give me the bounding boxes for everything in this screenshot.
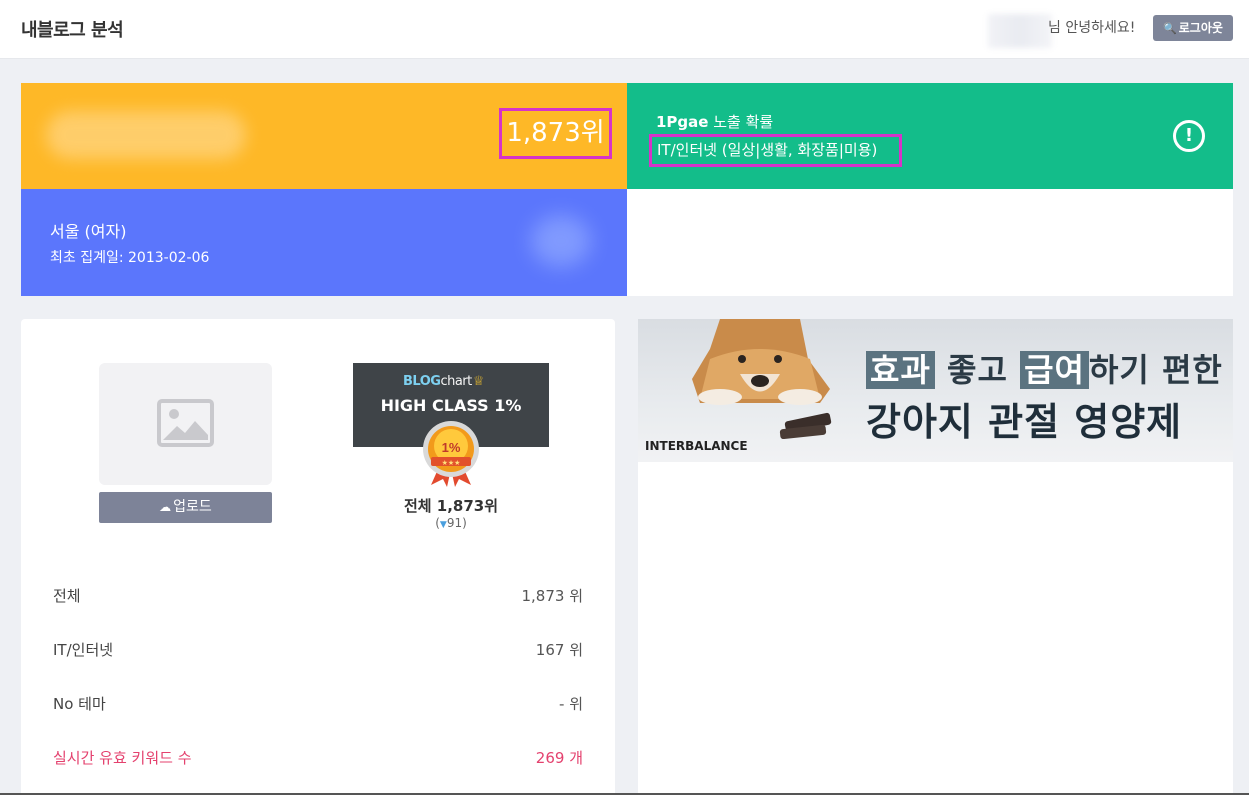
blurred-blog-name bbox=[46, 111, 246, 159]
total-rank-label: 전체 1,873위 bbox=[403, 497, 499, 515]
ad-word-good: 좋고 bbox=[934, 351, 1021, 389]
exposure-title: 1Pgae 노출 확률 bbox=[656, 111, 773, 132]
ad-word-feed: 급여 bbox=[1020, 351, 1089, 389]
rank-card: 1,873위 bbox=[21, 83, 627, 189]
stat-label: No 테마 bbox=[53, 695, 106, 713]
ad-panel: 효과 좋고 급여 하기 편한 강아지 관절 영양제 INTERBALANCE bbox=[638, 319, 1233, 795]
profile-panel: ☁ 업로드 BLOGchart♕ HIGH CLASS 1% 1% ★★★ 전체 … bbox=[21, 319, 615, 795]
stat-value: 1,873 위 bbox=[521, 587, 583, 605]
region-gender: 서울 (여자) bbox=[50, 222, 127, 241]
svg-text:★★★: ★★★ bbox=[442, 459, 461, 467]
stat-row-category: IT/인터넷 167 위 bbox=[53, 639, 583, 663]
logout-button[interactable]: 🔍 로그아웃 bbox=[1153, 15, 1233, 41]
overall-rank: 1,873위 bbox=[499, 108, 612, 159]
medal-icon: 1% ★★★ bbox=[423, 421, 479, 487]
stat-label: 전체 bbox=[53, 587, 81, 605]
image-placeholder-icon bbox=[157, 399, 214, 447]
ad-banner[interactable]: 효과 좋고 급여 하기 편한 강아지 관절 영양제 INTERBALANCE bbox=[638, 319, 1233, 462]
stat-row-theme: No 테마 - 위 bbox=[53, 693, 583, 717]
stat-row-keywords: 실시간 유효 키워드 수 269 개 bbox=[53, 747, 583, 771]
ad-word-effect: 효과 bbox=[866, 351, 935, 389]
greeting-text: 님 안녕하세요! bbox=[1048, 20, 1136, 36]
stat-label: IT/인터넷 bbox=[53, 641, 114, 659]
region-card: 서울 (여자) 최초 집계일: 2013-02-06 bbox=[21, 189, 627, 296]
stat-label: 실시간 유효 키워드 수 bbox=[53, 749, 192, 767]
first-collection-date: 최초 집계일: 2013-02-06 bbox=[50, 250, 210, 266]
ad-word-easy: 하기 편한 bbox=[1088, 351, 1223, 389]
empty-card bbox=[627, 189, 1233, 296]
exclamation-info-icon[interactable]: ! bbox=[1173, 120, 1205, 152]
top-header: 내블로그 분석 님 안녕하세요! 🔍 로그아웃 bbox=[0, 0, 1249, 59]
stat-row-total: 전체 1,873 위 bbox=[53, 585, 583, 609]
logout-label: 로그아웃 bbox=[1178, 21, 1223, 35]
page-title: 내블로그 분석 bbox=[21, 20, 124, 41]
crown-icon: ♕ bbox=[472, 374, 485, 389]
ad-headline-2: 강아지 관절 영양제 bbox=[866, 400, 1183, 444]
down-arrow-icon: ▼ bbox=[439, 520, 447, 530]
rank-change-value: 91 bbox=[446, 516, 463, 530]
blurred-avatar bbox=[531, 215, 591, 267]
exposure-title-bold: 1Pgae bbox=[656, 113, 709, 131]
upload-label: 업로드 bbox=[173, 499, 212, 515]
stat-value: 269 개 bbox=[535, 749, 583, 767]
ad-brand: INTERBALANCE bbox=[645, 439, 748, 453]
logo-blog: BLOG bbox=[403, 374, 441, 389]
upload-button[interactable]: ☁ 업로드 bbox=[99, 492, 272, 523]
medal-text: 1% bbox=[442, 440, 461, 455]
blog-category: IT/인터넷 (일상|생활, 화장품|미용) bbox=[649, 134, 902, 167]
profile-photo-placeholder bbox=[99, 363, 272, 485]
stat-value: 167 위 bbox=[535, 641, 583, 659]
blurred-username bbox=[988, 14, 1052, 48]
exposure-title-rest: 노출 확률 bbox=[708, 113, 774, 131]
key-icon: 🔍 bbox=[1163, 22, 1177, 35]
stat-value: - 위 bbox=[559, 695, 583, 713]
exposure-card: 1Pgae 노출 확률 IT/인터넷 (일상|생활, 화장품|미용) ! bbox=[627, 83, 1233, 189]
ad-headline-1: 효과 좋고 급여 하기 편한 bbox=[866, 345, 1223, 391]
dog-image bbox=[692, 319, 832, 439]
cloud-upload-icon: ☁ bbox=[159, 500, 172, 514]
blogchart-logo: BLOGchart♕ bbox=[403, 374, 484, 389]
rank-change: (▼91) bbox=[435, 516, 467, 530]
logo-chart: chart bbox=[440, 374, 472, 389]
class-label: HIGH CLASS 1% bbox=[380, 396, 522, 415]
